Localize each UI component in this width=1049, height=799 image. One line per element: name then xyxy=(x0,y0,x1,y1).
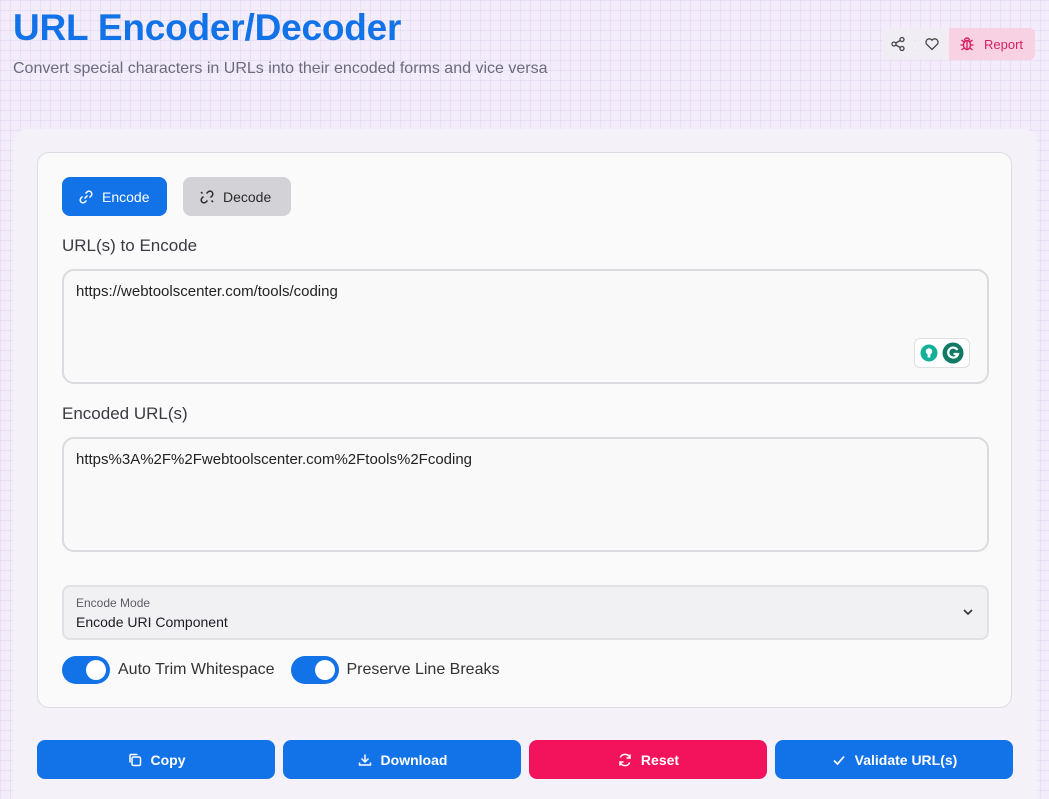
tool-card: Encode Decode URL(s) to Encode https://w… xyxy=(37,152,1012,708)
encoded-output[interactable]: https%3A%2F%2Fwebtoolscenter.com%2Ftools… xyxy=(62,437,989,552)
page-title: URL Encoder/Decoder xyxy=(13,7,402,48)
encode-mode-select[interactable]: Encode Mode Encode URI Component xyxy=(62,585,989,640)
report-label: Report xyxy=(984,36,1024,52)
top-actions: Report xyxy=(882,28,1036,60)
auto-trim-label: Auto Trim Whitespace xyxy=(118,661,275,678)
copy-icon xyxy=(128,753,141,766)
mode-tabs: Encode Decode xyxy=(62,177,291,216)
tab-decode-label: Decode xyxy=(223,188,272,205)
check-icon xyxy=(833,755,845,765)
action-bar: Copy Download Reset Validate URL(s) xyxy=(37,740,1013,779)
grammarly-widget[interactable] xyxy=(914,338,970,368)
chevron-down-icon xyxy=(963,609,973,616)
url-input[interactable]: https://webtoolscenter.com/tools/coding xyxy=(62,269,989,384)
tab-encode-label: Encode xyxy=(102,188,150,205)
copy-button[interactable]: Copy xyxy=(37,740,275,779)
download-button[interactable]: Download xyxy=(283,740,521,779)
lightbulb-icon xyxy=(920,344,938,362)
heart-icon xyxy=(925,38,939,51)
encode-mode-value: Encode URI Component xyxy=(76,614,228,630)
reset-label: Reset xyxy=(640,751,680,768)
link-icon xyxy=(79,189,93,204)
grammarly-icon xyxy=(942,342,964,364)
options-toggles: Auto Trim Whitespace Preserve Line Break… xyxy=(62,656,515,684)
refresh-icon xyxy=(619,753,631,766)
page-subtitle: Convert special characters in URLs into … xyxy=(13,60,548,77)
validate-button[interactable]: Validate URL(s) xyxy=(775,740,1013,779)
encode-mode-label: Encode Mode xyxy=(76,596,151,610)
favorite-button[interactable] xyxy=(916,28,948,60)
download-label: Download xyxy=(380,751,448,768)
tab-decode[interactable]: Decode xyxy=(183,177,291,216)
share-icon xyxy=(891,36,905,52)
share-button[interactable] xyxy=(882,28,914,60)
validate-label: Validate URL(s) xyxy=(854,751,958,768)
output-label: Encoded URL(s) xyxy=(62,404,188,423)
bug-icon xyxy=(960,37,974,51)
auto-trim-toggle[interactable] xyxy=(62,656,110,684)
copy-label: Copy xyxy=(150,751,186,768)
preserve-line-breaks-label: Preserve Line Breaks xyxy=(346,661,500,678)
encoded-output-value: https%3A%2F%2Fwebtoolscenter.com%2Ftools… xyxy=(76,451,473,468)
broken-link-icon xyxy=(200,189,214,204)
input-label: URL(s) to Encode xyxy=(62,236,198,255)
preserve-line-breaks-toggle[interactable] xyxy=(290,656,339,684)
url-input-value: https://webtoolscenter.com/tools/coding xyxy=(76,283,338,300)
reset-button[interactable]: Reset xyxy=(529,740,767,779)
download-icon xyxy=(358,754,371,766)
report-button[interactable]: Report xyxy=(949,28,1036,60)
tab-encode[interactable]: Encode xyxy=(62,177,167,216)
